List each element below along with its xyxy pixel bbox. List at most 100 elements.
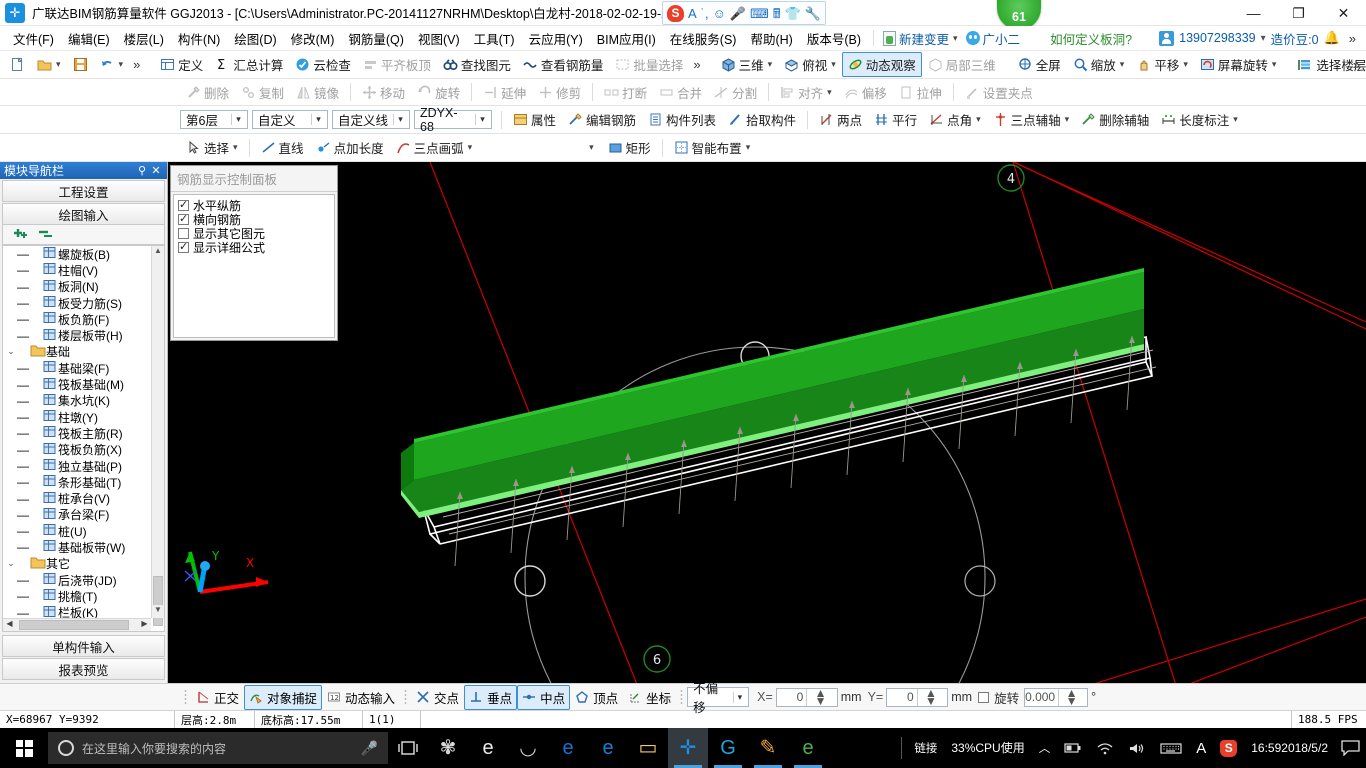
menu-item-edit[interactable]: 编辑(E) <box>61 26 117 51</box>
pick-member-button[interactable]: 拾取构件 <box>722 107 802 132</box>
chevron-down-icon[interactable]: ▾ <box>827 87 832 98</box>
battery-icon[interactable] <box>1058 728 1088 768</box>
tree-item-found-band-icon[interactable]: — 基础板带(W) <box>3 539 151 555</box>
checkbox-horizontal-longitudinal[interactable] <box>178 198 189 211</box>
view-top-button[interactable]: 俯视 ▾ <box>778 52 842 77</box>
rotate-spinner[interactable]: ▲ ▼ <box>1058 687 1087 707</box>
app-browser-green[interactable]: e <box>788 728 828 768</box>
tree-item-slab-hole-icon[interactable]: — 板洞(N) <box>3 279 151 295</box>
chevron-down-icon[interactable]: ▾ <box>1272 59 1277 70</box>
chevron-down-icon[interactable]: ▾ <box>732 691 746 703</box>
snap-vertex-button[interactable]: 顶点 <box>570 685 623 710</box>
toolbar-overflow-mid-icon[interactable]: » <box>689 57 704 72</box>
zoom-button[interactable]: 缩放 ▾ <box>1067 52 1131 77</box>
tree-item-sump-icon[interactable]: — 集水坑(K) <box>3 393 151 409</box>
define-button[interactable]: 定义 <box>154 52 209 77</box>
partial-3d-button[interactable]: 局部三维 <box>922 52 1002 77</box>
tree-expander-icon[interactable]: ⌄ <box>5 558 17 569</box>
tree-item-folder-icon[interactable]: ⌄ 其它 <box>3 556 151 572</box>
align-button[interactable]: 对齐 ▾ <box>774 80 838 105</box>
edit-rebar-button[interactable]: 编辑钢筋 <box>562 107 642 132</box>
snap-dynamic-input-button[interactable]: 12 动态输入 <box>322 685 400 710</box>
stretch-button[interactable]: 拉伸 <box>893 80 948 105</box>
chevron-down-icon[interactable]: ▾ <box>976 114 981 125</box>
sogou-tray-icon[interactable]: S <box>1214 728 1243 768</box>
chevron-down-icon[interactable]: ▾ <box>1233 114 1238 125</box>
tree-item-slab-main-rebar-icon[interactable]: — 板受力筋(S) <box>3 295 151 311</box>
snap-ortho-button[interactable]: 正交 <box>191 685 244 710</box>
tree-item-folder-icon[interactable]: ⌄ 基础 <box>3 344 151 360</box>
start-button[interactable] <box>0 728 48 768</box>
keyboard-icon[interactable] <box>1154 728 1188 768</box>
chevron-down-icon[interactable]: ▾ <box>1183 59 1188 70</box>
extend-button[interactable]: 延伸 <box>477 80 532 105</box>
nav-button-single-member-input[interactable]: 单构件输入 <box>2 635 165 657</box>
chevron-down-icon[interactable]: ▾ <box>311 114 325 125</box>
three-point-arc-button[interactable]: 三点画弧 ▾ <box>390 135 479 160</box>
member-type-combo[interactable]: 自定义 ▾ <box>252 110 328 129</box>
snap-coordinate-button[interactable]: 坐标 <box>623 685 676 710</box>
tree-item-raft-found-icon[interactable]: — 筏板基础(M) <box>3 376 151 392</box>
find-element-button[interactable]: 查找图元 <box>437 52 517 77</box>
minimize-button[interactable]: — <box>1231 0 1276 26</box>
three-point-axis-button[interactable]: 三点辅轴 ▾ <box>987 107 1076 132</box>
clock-widget[interactable]: 16:59 2018/5/2 <box>1245 728 1334 768</box>
chevron-down-icon[interactable]: ▾ <box>1120 59 1125 70</box>
menu-item-member[interactable]: 构件(N) <box>171 26 227 51</box>
chevron-down-icon[interactable]: ▾ <box>746 142 751 153</box>
close-button[interactable]: ✕ <box>1321 0 1366 26</box>
tree-item-post-cast-icon[interactable]: — 后浇带(JD) <box>3 572 151 588</box>
ime-a-icon[interactable]: A <box>1190 728 1212 768</box>
scroll-left-icon[interactable]: ◀ <box>3 619 16 631</box>
volume-icon[interactable] <box>1122 728 1152 768</box>
orbit-button[interactable]: 动态观察 <box>841 52 922 77</box>
rebar-option-row[interactable]: 显示详细公式 <box>178 240 330 255</box>
user-nick-button[interactable]: 广小二 <box>962 27 1025 50</box>
snap-osnap-button[interactable]: 对象捕捉 <box>244 684 323 710</box>
tree-horizontal-scrollbar[interactable]: ◀ ▶ <box>3 618 151 631</box>
set-grip-button[interactable]: 设置夹点 <box>959 80 1039 105</box>
chevron-down-icon[interactable]: ▾ <box>468 142 473 153</box>
3d-viewport[interactable]: 4 6 Y X 钢筋显示控制面板 ✓ 水平纵筋 ✓ 横向钢筋 显示其它图元 ✓ … <box>168 162 1366 683</box>
delete-axis-button[interactable]: 删除辅轴 <box>1075 107 1155 132</box>
merge-button[interactable]: 合并 <box>653 80 708 105</box>
wifi-icon[interactable] <box>1090 728 1120 768</box>
menu-item-rebar-qty[interactable]: 钢筋量(Q) <box>341 26 411 51</box>
new-change-button[interactable]: 新建变更 ▾ <box>879 27 962 50</box>
toolbar-overflow-right-icon[interactable]: » <box>1349 57 1364 72</box>
scroll-right-icon[interactable]: ▶ <box>138 619 151 631</box>
member-subtype-combo[interactable]: 自定义线 ▾ <box>332 110 410 129</box>
undo-button[interactable]: ▾ <box>94 54 130 75</box>
fullscreen-button[interactable]: 全屏 <box>1012 52 1067 77</box>
ime-toolbox-icon[interactable]: 🖩 <box>773 7 781 20</box>
tree-item-cap-beam-icon[interactable]: — 承台梁(F) <box>3 507 151 523</box>
add-member-icon[interactable] <box>11 227 29 243</box>
property-button[interactable]: 属性 <box>507 107 562 132</box>
toolbar-overflow-left-icon[interactable]: » <box>129 57 144 72</box>
scroll-down-icon[interactable]: ▼ <box>152 605 164 618</box>
pan-button[interactable]: 平移 ▾ <box>1130 52 1194 77</box>
ime-voice-icon[interactable]: 🎤 <box>730 7 746 20</box>
task-view-button[interactable] <box>388 728 428 768</box>
member-tree[interactable]: — 螺旋板(B) — 柱帽(V) — 板洞(N) — 板受力筋(S) — 板负筋(F) — 楼层板带(… <box>2 245 165 632</box>
chevron-down-icon[interactable]: ▾ <box>233 142 238 153</box>
menu-item-modify[interactable]: 修改(M) <box>284 26 342 51</box>
app-edge-blue[interactable]: e <box>548 728 588 768</box>
coins-label[interactable]: 造价豆:0 <box>1271 29 1319 48</box>
rotate-input[interactable]: 0.000 ▲ ▼ <box>1024 687 1089 707</box>
menu-item-help[interactable]: 帮助(H) <box>743 26 799 51</box>
line-tool-button[interactable]: 直线 <box>255 135 310 160</box>
app-explorer[interactable]: ▭ <box>628 728 668 768</box>
tree-expander-icon[interactable]: ⌄ <box>5 346 17 357</box>
copy-button[interactable]: 复制 <box>235 80 290 105</box>
chevron-down-icon[interactable]: ▾ <box>768 59 773 70</box>
snap-perpendicular-button[interactable]: 垂点 <box>464 684 518 710</box>
y-spinner[interactable]: ▲ ▼ <box>916 687 948 707</box>
tree-item-raft-main-rebar-icon[interactable]: — 筏板主筋(R) <box>3 425 151 441</box>
tree-item-slab-neg-rebar-icon[interactable]: — 板负筋(F) <box>3 311 151 327</box>
menu-item-bim-apps[interactable]: BIM应用(I) <box>590 26 663 51</box>
chevron-down-icon[interactable]: ▾ <box>475 114 489 125</box>
two-point-axis-button[interactable]: 两点 <box>813 107 868 132</box>
tree-item-pile-icon[interactable]: — 桩(U) <box>3 523 151 539</box>
flush-slab-button[interactable]: 平齐板顶 <box>357 52 437 77</box>
